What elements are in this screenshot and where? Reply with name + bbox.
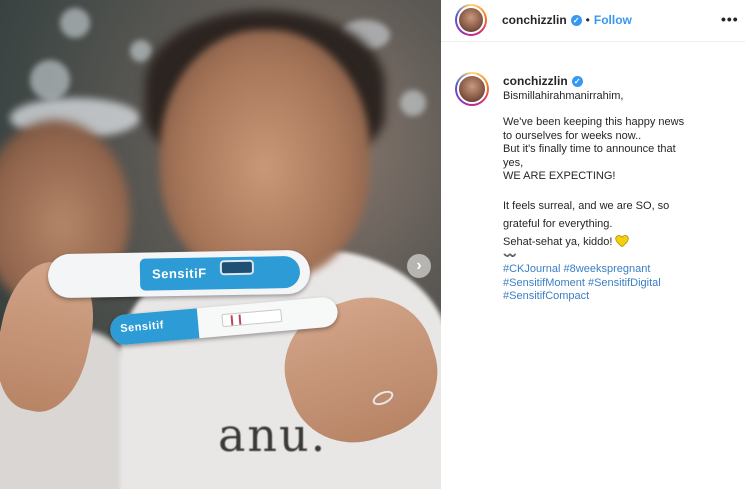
yellow-heart-icon [615,235,630,248]
hashtag-line[interactable]: #CKJournal #8weekspregnant [503,263,735,276]
caption-divider-icon: 〰️ [503,250,517,263]
caption-line: Bismillahirahmanirrahim, [503,90,624,102]
verified-badge-icon: ✓ [571,75,583,87]
pregnancy-test-digital: SensitiF [47,249,311,299]
post-side-panel: conchizzlin ✓ • Follow ••• conchizzlin ✓… [441,0,745,489]
hashtag-line[interactable]: #SensitifMoment #SensitifDigital [503,277,735,290]
caption-user-row: conchizzlin ✓ [503,74,735,88]
hashtag-line[interactable]: #SensitifCompact [503,290,735,303]
bokeh-light [30,60,70,100]
bokeh-light [130,40,152,62]
test-strip-brand: Sensitif [119,319,165,336]
caption-avatar[interactable] [455,72,489,106]
man-figure [160,30,370,280]
test-result-window [221,308,283,328]
post-photo[interactable]: anu. SensitiF Sensitif › [0,0,441,489]
bokeh-light [400,90,426,116]
test-brand-label: SensitiF [151,265,207,282]
caption: conchizzlin ✓ Bismillahirahmanirrahim, W… [503,74,735,304]
carousel-next-icon[interactable]: › [407,254,431,278]
result-line [238,314,242,325]
bokeh-light [60,8,90,38]
post-header: conchizzlin ✓ • Follow ••• [441,0,745,42]
caption-paragraph: We've been keeping this happy news to ou… [503,116,685,183]
separator-dot: • [585,13,590,27]
username-link[interactable]: conchizzlin [502,13,567,27]
avatar[interactable] [455,4,487,36]
caption-username-link[interactable]: conchizzlin [503,74,568,88]
result-line [230,315,234,326]
header-user-row: conchizzlin ✓ • Follow [502,13,632,27]
caption-paragraph: It feels surreal, and we are SO, so grat… [503,200,670,249]
test-display-window [219,259,255,276]
more-options-icon[interactable]: ••• [721,11,739,27]
follow-button[interactable]: Follow [594,13,632,27]
verified-badge-icon: ✓ [570,14,582,26]
